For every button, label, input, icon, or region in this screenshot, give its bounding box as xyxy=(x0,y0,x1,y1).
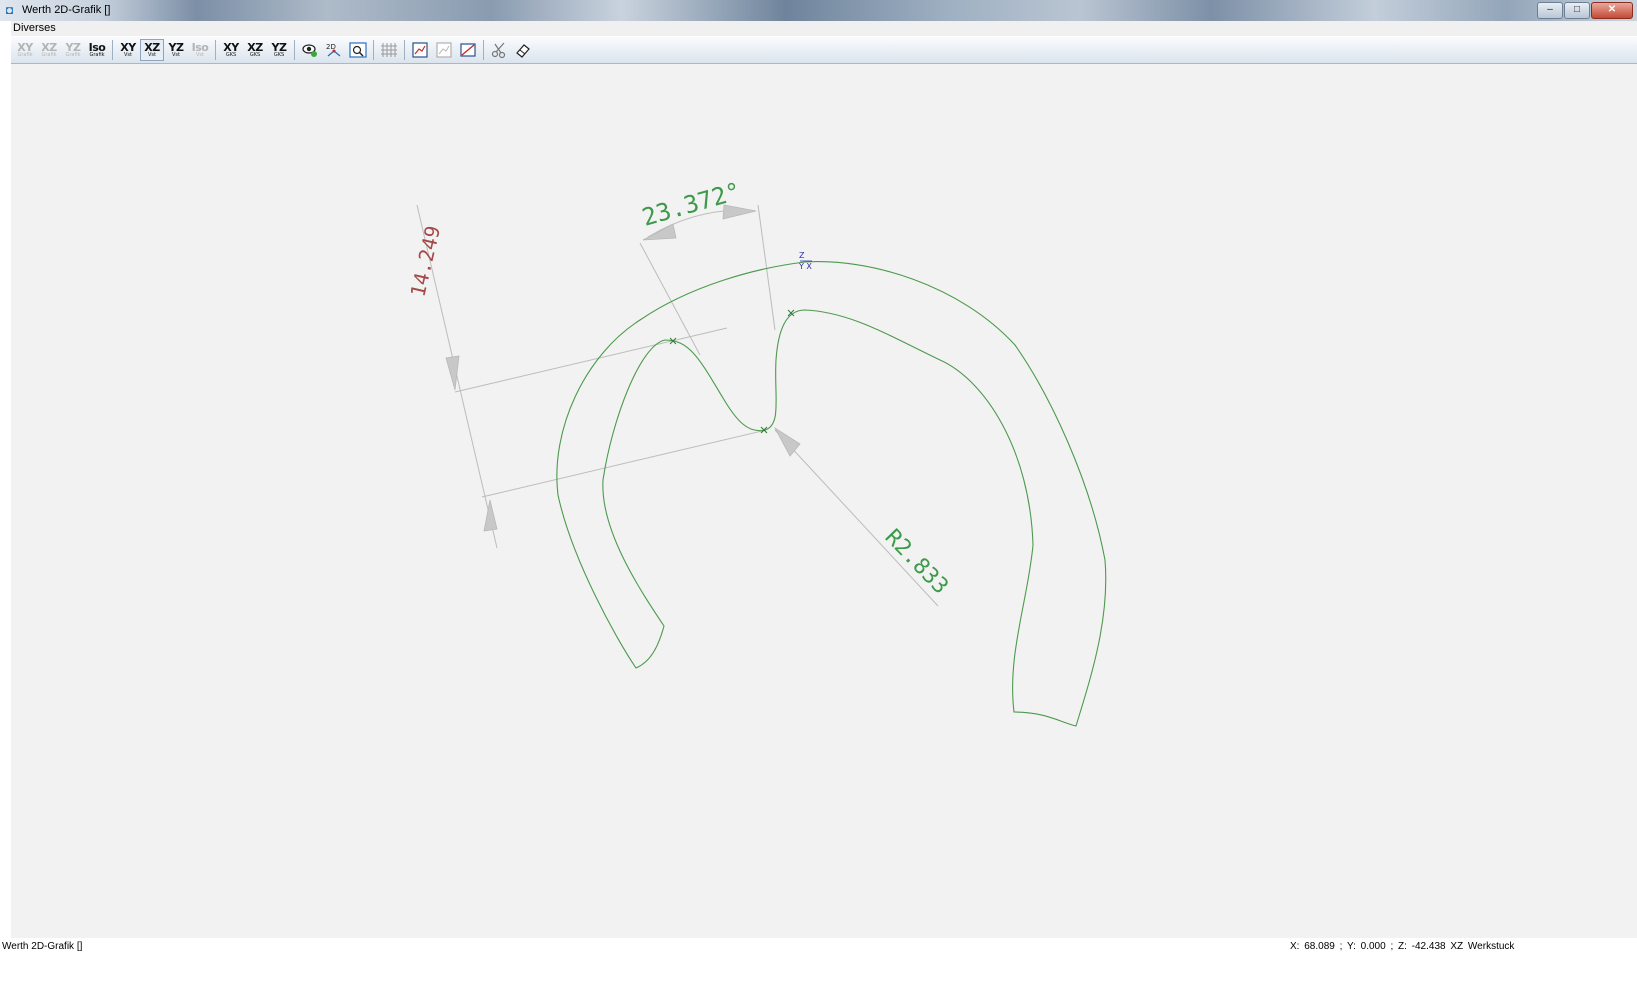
grid-icon[interactable] xyxy=(377,39,401,61)
view-yz-vst-button[interactable]: YZ Vst xyxy=(164,39,188,61)
toolbar: XY Grafik XZ Grafik YZ Grafik Iso Grafik XY V… xyxy=(11,37,1637,64)
toolbar-separator xyxy=(294,40,295,60)
window-left-edge xyxy=(0,0,11,996)
bottom-strip xyxy=(0,954,1637,996)
window-title: Werth 2D-Grafik [] xyxy=(22,4,111,16)
view-xy-gks-button[interactable]: XY GKS xyxy=(219,39,243,61)
toolbar-separator xyxy=(404,40,405,60)
dimension-arrows xyxy=(445,204,801,532)
dimension-radius-label: R2.833 xyxy=(880,525,953,600)
title-bar: ◘ Werth 2D-Grafik [] – □ ✕ xyxy=(0,0,1637,21)
view-xy-vst-button[interactable]: XY Vst xyxy=(116,39,140,61)
axis-z-label: Z xyxy=(799,251,805,260)
view-xz-gks-button[interactable]: XZ GKS xyxy=(243,39,267,61)
eraser-icon[interactable] xyxy=(511,39,535,61)
maximize-button[interactable]: □ xyxy=(1564,2,1590,19)
view-iso-grafik-button[interactable]: Iso Grafik xyxy=(85,39,109,61)
status-bar: Werth 2D-Grafik [] X: 68.089 ; Y: 0.000 … xyxy=(0,938,1637,954)
edit-graph-icon[interactable] xyxy=(456,39,480,61)
view-xy-grafik-button[interactable]: XY Grafik xyxy=(13,39,37,61)
toolbar-separator xyxy=(215,40,216,60)
toolbar-separator xyxy=(483,40,484,60)
view-xz-grafik-button[interactable]: XZ Grafik xyxy=(37,39,61,61)
close-button[interactable]: ✕ xyxy=(1591,2,1633,19)
part-contour xyxy=(556,261,1107,727)
view-xz-vst-button[interactable]: XZ Vst xyxy=(140,39,164,61)
toolbar-separator xyxy=(112,40,113,60)
minimize-button[interactable]: – xyxy=(1537,2,1563,19)
point-dimension-icon[interactable]: 2D xyxy=(322,39,346,61)
view-iso-vst-button[interactable]: Iso Vst xyxy=(188,39,212,61)
dimension-angle-label: 23.372° xyxy=(639,177,744,232)
status-app-name: Werth 2D-Grafik [] xyxy=(2,941,83,952)
axis-yx-label: Y X xyxy=(798,262,812,271)
zoom-fit-icon[interactable] xyxy=(346,39,370,61)
dimension-length-label: 14.249 xyxy=(405,223,445,299)
app-icon: ◘ xyxy=(5,3,14,17)
menu-bar: Diverses xyxy=(11,21,1637,36)
menu-diverses[interactable]: Diverses xyxy=(13,22,56,34)
graph-icon[interactable] xyxy=(408,39,432,61)
drawing-svg[interactable]: Z Y X 23.372° 14.249 R2.833 xyxy=(11,64,1637,938)
coordinate-axis-marker: Z Y X xyxy=(798,251,812,271)
scissors-icon[interactable] xyxy=(487,39,511,61)
graph-disabled-icon[interactable] xyxy=(432,39,456,61)
view-yz-grafik-button[interactable]: YZ Grafik xyxy=(61,39,85,61)
drawing-canvas[interactable]: Z Y X 23.372° 14.249 R2.833 xyxy=(11,64,1637,938)
eye-icon[interactable] xyxy=(298,39,322,61)
window-controls: – □ ✕ xyxy=(1537,2,1633,19)
view-yz-gks-button[interactable]: YZ GKS xyxy=(267,39,291,61)
status-coordinates: X: 68.089 ; Y: 0.000 ; Z: -42.438 XZ Wer… xyxy=(1290,941,1515,952)
view-buttons-grafik: XY Grafik XZ Grafik YZ Grafik Iso Grafik XY V… xyxy=(13,39,535,61)
toolbar-separator xyxy=(373,40,374,60)
